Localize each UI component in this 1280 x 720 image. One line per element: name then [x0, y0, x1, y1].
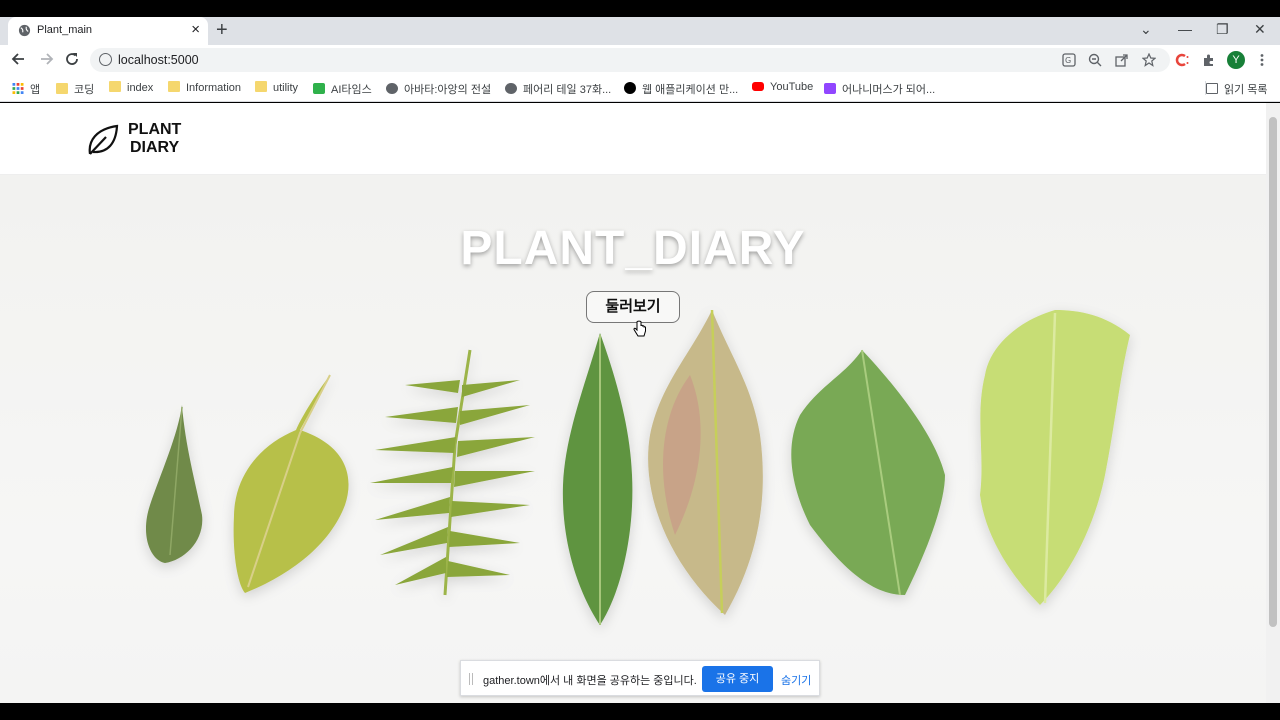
svg-text:G: G	[1065, 56, 1071, 65]
site-header: PLANT DIARY	[0, 103, 1266, 175]
logo-text: PLANT DIARY	[128, 121, 208, 157]
hero-section: PLANT_DIARY 둘러보기	[0, 175, 1266, 703]
zoom-icon[interactable]	[1088, 53, 1102, 67]
screen-share-bar: gather.town에서 내 화면을 공유하는 중입니다. 공유 중지 숨기기	[460, 660, 820, 696]
aitimes-icon	[313, 83, 325, 94]
globe-icon	[505, 83, 517, 94]
translate-icon[interactable]: G	[1062, 53, 1076, 67]
leaf-1	[145, 405, 203, 563]
bookmark-label: utility	[273, 82, 299, 94]
reading-list-label: 읽기 목록	[1224, 84, 1268, 96]
new-tab-button[interactable]: +	[216, 20, 228, 40]
stop-sharing-button[interactable]: 공유 중지	[702, 666, 773, 692]
back-icon[interactable]	[10, 50, 28, 68]
hand-cursor-icon	[633, 320, 646, 337]
reload-icon[interactable]	[63, 50, 81, 68]
leaf-logo-icon	[88, 124, 119, 155]
twitch-icon	[824, 83, 836, 94]
bookmarks-bar: 앱 코딩 index Information utility AI타임스 아바타…	[0, 74, 1280, 102]
bookmark-anonymous[interactable]: 어나니머스가 되어...	[824, 81, 936, 96]
logo-line-2: DIARY	[130, 139, 180, 156]
bookmark-aitimes[interactable]: AI타임스	[313, 81, 372, 96]
extension-c-icon[interactable]	[1175, 53, 1189, 67]
forward-icon[interactable]	[37, 50, 55, 68]
extensions-puzzle-icon[interactable]	[1202, 53, 1216, 67]
bookmark-label: Information	[186, 82, 242, 94]
circle-icon	[624, 82, 636, 94]
leaf-5	[648, 309, 763, 615]
folder-icon	[109, 81, 121, 92]
close-window-button[interactable]: ✕	[1254, 21, 1266, 38]
leaf-7	[980, 310, 1130, 605]
folder-icon	[56, 83, 68, 94]
bookmark-apps[interactable]: 앱	[12, 81, 41, 96]
bookmark-label: index	[127, 82, 154, 94]
youtube-icon	[752, 82, 764, 91]
bookmark-star-icon[interactable]	[1142, 53, 1156, 67]
site-info-icon[interactable]	[99, 53, 112, 66]
bookmark-folder-utility[interactable]: utility	[255, 81, 298, 95]
web-page: PLANT DIARY PLANT_DIARY 둘러보기	[0, 103, 1266, 703]
minimize-button[interactable]: —	[1178, 21, 1192, 37]
logo-line-1: PLANT	[128, 121, 182, 138]
apps-grid-icon	[12, 83, 24, 94]
tab-title: Plant_main	[37, 24, 93, 36]
drag-handle[interactable]	[469, 673, 473, 685]
screen: Plant_main × + ⌄ — ❐ ✕ localhost:5000 G	[0, 0, 1280, 720]
browser-toolbar: localhost:5000 G Y	[0, 45, 1280, 74]
bookmark-web-app[interactable]: 웹 애플리케이션 만...	[624, 81, 739, 96]
bookmark-label: 앱	[30, 84, 41, 96]
leaf-2	[233, 374, 349, 593]
browse-button[interactable]: 둘러보기	[586, 291, 680, 323]
page-scrollbar[interactable]	[1266, 103, 1280, 703]
bookmark-label: 코딩	[74, 84, 95, 96]
bookmark-folder-coding[interactable]: 코딩	[56, 81, 95, 96]
leaf-6	[791, 349, 945, 596]
leaf-3	[370, 349, 535, 596]
folder-icon	[255, 81, 267, 92]
address-bar[interactable]: localhost:5000	[90, 48, 1170, 72]
bookmark-label: 페어리 테일 37화...	[523, 84, 612, 96]
bookmark-folder-information[interactable]: Information	[168, 81, 241, 95]
share-icon[interactable]	[1115, 53, 1129, 67]
bookmark-label: 어나니머스가 되어...	[842, 84, 936, 96]
menu-kebab-icon[interactable]	[1255, 53, 1269, 67]
tab-strip: Plant_main × + ⌄ — ❐ ✕	[0, 17, 1280, 45]
bookmark-label: YouTube	[770, 81, 814, 93]
tab-close-icon[interactable]: ×	[191, 22, 200, 38]
leaf-4	[562, 333, 633, 625]
browser-tab[interactable]: Plant_main ×	[8, 17, 208, 45]
bookmark-fairy-tail[interactable]: 페어리 테일 37화...	[505, 81, 612, 96]
share-message: gather.town에서 내 화면을 공유하는 중입니다.	[483, 675, 697, 687]
scrollbar-thumb[interactable]	[1269, 117, 1277, 627]
bookmark-folder-index[interactable]: index	[109, 81, 153, 95]
globe-icon	[386, 83, 398, 94]
bookmark-label: AI타임스	[331, 84, 372, 96]
restore-button[interactable]: ❐	[1216, 21, 1229, 38]
folder-icon	[168, 81, 180, 92]
bookmark-label: 아바타:아앙의 전설	[404, 84, 492, 96]
bookmark-avatar[interactable]: 아바타:아앙의 전설	[386, 81, 492, 96]
bottom-edge	[0, 703, 1280, 720]
profile-avatar[interactable]: Y	[1227, 51, 1245, 69]
hero-title: PLANT_DIARY	[460, 222, 806, 275]
tab-search-icon[interactable]: ⌄	[1140, 21, 1152, 38]
url-text: localhost:5000	[118, 53, 199, 67]
hide-button[interactable]: 숨기기	[781, 672, 811, 688]
bookmark-youtube[interactable]: YouTube	[752, 81, 813, 95]
globe-icon	[18, 24, 31, 37]
reading-list-icon	[1206, 83, 1218, 94]
reading-list[interactable]: 읽기 목록	[1205, 81, 1268, 96]
bookmark-label: 웹 애플리케이션 만...	[642, 84, 739, 96]
